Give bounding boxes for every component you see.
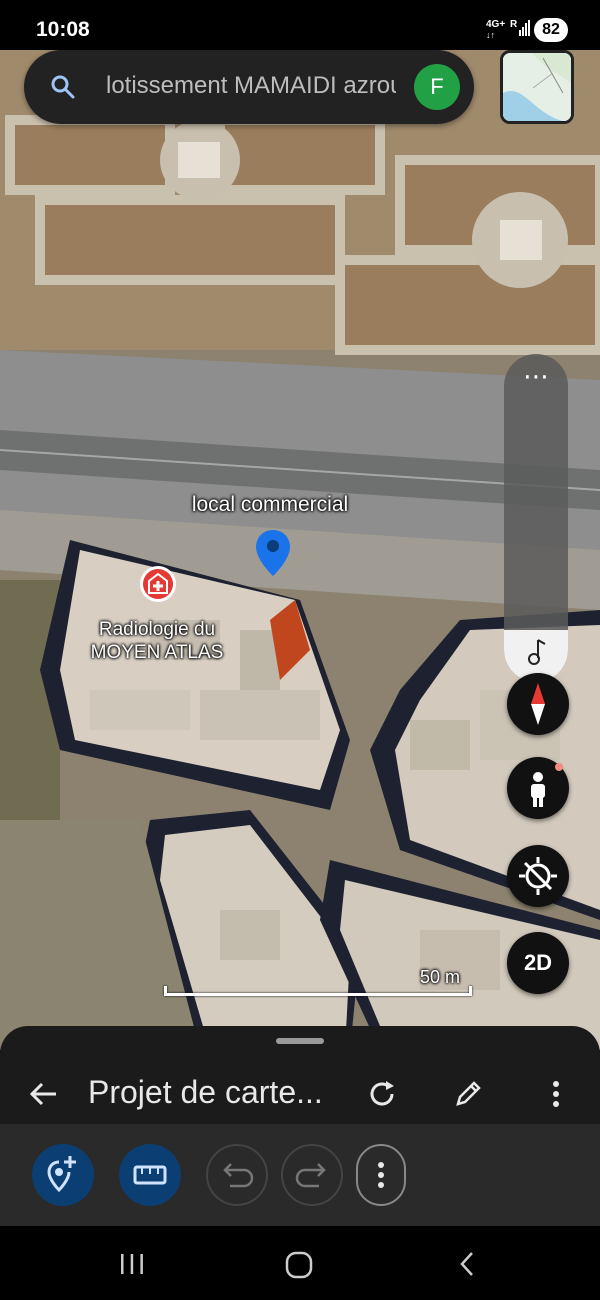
add-placemark-icon [47,1156,76,1193]
compass-button[interactable] [507,673,569,735]
view-mode-button[interactable]: 2D [507,932,569,994]
account-avatar[interactable]: F [414,64,460,110]
layers-button[interactable] [500,50,574,124]
refresh-icon[interactable] [366,1078,398,1115]
poi-label-line2: MOYEN ATLAS [90,642,224,663]
battery-indicator: 82 [534,18,568,42]
pin-label[interactable]: local commercial [170,493,370,517]
back-arrow-icon[interactable] [28,1078,60,1115]
redo-icon [295,1163,326,1188]
edit-toolbar [0,1124,600,1226]
measure-icon [133,1165,167,1185]
poi-label-line1: Radiologie du [98,619,216,640]
medical-icon [140,566,176,602]
sheet-drag-handle[interactable] [276,1038,324,1044]
edit-pencil-icon[interactable] [452,1078,484,1115]
status-bar: 10:08 4G+ ↓↑ R 82 [0,0,600,56]
poi-marker[interactable] [138,564,178,609]
status-time: 10:08 [36,18,90,41]
measure-button[interactable] [119,1144,181,1206]
placemark-pin[interactable] [254,528,292,583]
street-view-button[interactable] [507,757,569,819]
location-pin-icon [256,530,290,576]
search-input[interactable]: lotissement MAMAIDI azrou [106,72,396,100]
nav-back-icon[interactable] [454,1250,482,1283]
my-location-button[interactable] [507,845,569,907]
svg-text:R: R [510,19,518,30]
scale-label: 50 m [419,967,461,987]
street-view-icon [531,763,563,807]
overflow-menu-icon[interactable] [544,1078,568,1115]
project-title[interactable]: Projet de carte... [88,1074,323,1111]
signal-icon: R [510,18,530,43]
nav-home-icon[interactable] [284,1250,314,1285]
network-indicator: 4G+ ↓↑ [486,19,506,41]
more-icon[interactable]: ⋯ [504,363,568,389]
location-icon [519,857,557,895]
search-icon[interactable] [50,74,76,100]
undo-button[interactable] [206,1144,268,1206]
more-tools-icon [378,1162,384,1188]
audio-icon [528,639,546,665]
poi-label[interactable]: Radiologie du MOYEN ATLAS [62,618,252,664]
add-placemark-button[interactable] [32,1144,94,1206]
more-tools-button[interactable] [356,1144,406,1206]
undo-icon [223,1163,254,1188]
scale-bar [164,986,472,996]
redo-button[interactable] [281,1144,343,1206]
nav-recents-icon[interactable] [118,1250,146,1283]
system-nav-bar [0,1226,600,1300]
compass-icon [531,683,545,725]
search-bar[interactable]: lotissement MAMAIDI azrou F [24,50,474,124]
layers-icon [503,53,571,121]
